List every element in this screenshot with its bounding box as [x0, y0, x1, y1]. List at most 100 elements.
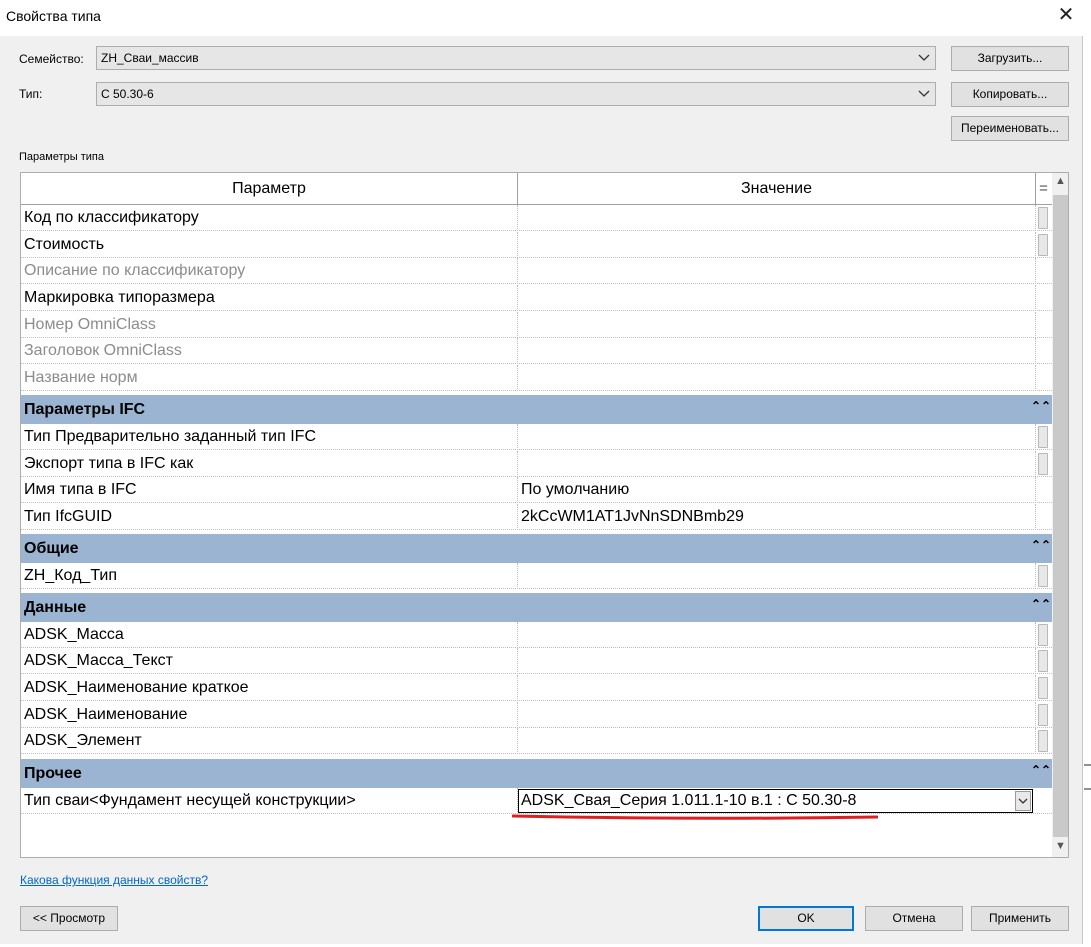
- param-name: ADSK_Наименование краткое: [21, 675, 518, 701]
- table-row[interactable]: Код по классификатору: [21, 205, 1052, 231]
- param-name: Маркировка типоразмера: [21, 285, 518, 311]
- collapse-icon[interactable]: ⌃⌃: [1031, 759, 1051, 781]
- param-name: Тип IfcGUID: [21, 504, 518, 530]
- table-row[interactable]: ADSK_Масса_Текст: [21, 648, 1052, 674]
- table-row[interactable]: Описание по классификатору: [21, 258, 1052, 284]
- param-name: ADSK_Элемент: [21, 728, 518, 754]
- window-edge: [1083, 36, 1091, 947]
- param-name: Название норм: [21, 365, 518, 391]
- param-value: [518, 365, 1036, 391]
- scroll-down-icon[interactable]: ▼: [1052, 838, 1068, 855]
- table-row[interactable]: Заголовок OmniClass: [21, 338, 1052, 364]
- collapse-icon[interactable]: ⌃⌃: [1031, 534, 1051, 556]
- param-value[interactable]: [518, 648, 1036, 674]
- pile-type-select[interactable]: ADSK_Свая_Серия 1.011.1-10 в.1 : С 50.30…: [518, 789, 1033, 813]
- param-name: ADSK_Масса_Текст: [21, 648, 518, 674]
- param-name: Имя типа в IFC: [21, 477, 518, 503]
- table-row[interactable]: Имя типа в IFC По умолчанию: [21, 477, 1052, 503]
- ok-button[interactable]: OK: [758, 906, 854, 931]
- param-value: [518, 258, 1036, 284]
- collapse-icon[interactable]: ⌃⌃: [1031, 395, 1051, 417]
- scroll-up-icon[interactable]: ▲: [1052, 173, 1068, 190]
- table-row[interactable]: Экспорт типа в IFC как: [21, 451, 1052, 477]
- cancel-button[interactable]: Отмена: [865, 906, 963, 931]
- row-knob: [1038, 207, 1048, 229]
- preview-button[interactable]: << Просмотр: [20, 906, 118, 931]
- chevron-down-icon: [918, 90, 930, 97]
- param-name: ZH_Код_Тип: [21, 563, 518, 589]
- param-value[interactable]: [518, 563, 1036, 589]
- param-value: [518, 312, 1036, 338]
- param-value[interactable]: [518, 232, 1036, 258]
- dropdown-button[interactable]: [1015, 791, 1031, 811]
- row-knob: [1038, 426, 1048, 448]
- row-knob: [1038, 624, 1048, 646]
- row-knob: [1038, 677, 1048, 699]
- param-name: ADSK_Масса: [21, 622, 518, 648]
- table-row[interactable]: ADSK_Масса: [21, 622, 1052, 648]
- section-label: Параметры типа: [19, 151, 104, 163]
- table-row[interactable]: Маркировка типоразмера: [21, 285, 1052, 311]
- load-button[interactable]: Загрузить...: [951, 46, 1069, 71]
- param-value[interactable]: [518, 424, 1036, 450]
- param-value[interactable]: [518, 702, 1036, 728]
- param-value: [518, 338, 1036, 364]
- table-row[interactable]: Тип Предварительно заданный тип IFC: [21, 424, 1052, 450]
- copy-button[interactable]: Копировать...: [951, 82, 1069, 107]
- param-name: Номер OmniClass: [21, 312, 518, 338]
- highlight-underline: [512, 814, 878, 820]
- group-title: Общие: [24, 540, 79, 557]
- table-row[interactable]: ADSK_Наименование краткое: [21, 675, 1052, 701]
- group-title: Прочее: [24, 765, 82, 782]
- close-icon[interactable]: ✕: [1054, 4, 1078, 28]
- group-header-data[interactable]: Данные ⌃⌃: [21, 593, 1052, 622]
- param-name: Экспорт типа в IFC как: [21, 451, 518, 477]
- table-row[interactable]: Тип IfcGUID 2kCcWM1AT1JvNnSDNBmb29: [21, 504, 1052, 530]
- group-header-ifc[interactable]: Параметры IFC ⌃⌃: [21, 395, 1052, 424]
- family-select[interactable]: ZH_Сваи_массив: [96, 46, 936, 70]
- table-row[interactable]: ADSK_Элемент: [21, 728, 1052, 754]
- column-header-value[interactable]: Значение: [518, 173, 1036, 204]
- chevron-down-icon: [918, 54, 930, 61]
- title-bar: Свойства типа ✕: [0, 0, 1091, 36]
- help-link[interactable]: Какова функция данных свойств?: [20, 873, 208, 887]
- table-row[interactable]: Название норм: [21, 365, 1052, 391]
- family-value: ZH_Сваи_массив: [101, 51, 199, 65]
- param-name: Описание по классификатору: [21, 258, 518, 284]
- type-parameters-grid: Параметр Значение = Код по классификатор…: [20, 172, 1069, 858]
- type-select[interactable]: С 50.30-6: [96, 82, 936, 106]
- param-value[interactable]: [518, 675, 1036, 701]
- param-value[interactable]: По умолчанию: [518, 477, 1036, 503]
- param-name: Тип сваи<Фундамент несущей конструкции>: [21, 788, 518, 814]
- column-header-parameter[interactable]: Параметр: [21, 173, 518, 204]
- table-row[interactable]: ADSK_Наименование: [21, 702, 1052, 728]
- apply-button[interactable]: Применить: [971, 906, 1069, 931]
- param-value[interactable]: [518, 285, 1036, 311]
- param-value[interactable]: [518, 728, 1036, 754]
- row-knob: [1038, 565, 1048, 587]
- scrollbar-thumb[interactable]: [1053, 195, 1068, 837]
- collapse-icon[interactable]: ⌃⌃: [1031, 593, 1051, 615]
- table-row[interactable]: Стоимость: [21, 232, 1052, 258]
- param-value[interactable]: [518, 622, 1036, 648]
- grid-scrollbar[interactable]: ▲ ▼: [1052, 173, 1068, 857]
- param-value[interactable]: [518, 205, 1036, 231]
- param-value[interactable]: [518, 451, 1036, 477]
- param-value[interactable]: 2kCcWM1AT1JvNnSDNBmb29: [518, 504, 1036, 530]
- table-row[interactable]: Номер OmniClass: [21, 312, 1052, 338]
- param-name: Стоимость: [21, 232, 518, 258]
- param-name: Тип Предварительно заданный тип IFC: [21, 424, 518, 450]
- table-row[interactable]: Тип сваи<Фундамент несущей конструкции> …: [21, 788, 1052, 814]
- chevron-down-icon: [1018, 798, 1028, 804]
- table-row[interactable]: ZH_Код_Тип: [21, 563, 1052, 589]
- column-menu-icon[interactable]: =: [1036, 173, 1051, 204]
- rename-button[interactable]: Переименовать...: [951, 116, 1069, 141]
- pile-type-value: ADSK_Свая_Серия 1.011.1-10 в.1 : С 50.30…: [521, 792, 857, 809]
- group-header-other[interactable]: Прочее ⌃⌃: [21, 759, 1052, 788]
- family-label: Семейство:: [19, 52, 84, 66]
- row-knob: [1038, 234, 1048, 256]
- param-name: ADSK_Наименование: [21, 702, 518, 728]
- type-label: Тип:: [19, 87, 43, 101]
- group-header-general[interactable]: Общие ⌃⌃: [21, 534, 1052, 563]
- row-knob: [1038, 650, 1048, 672]
